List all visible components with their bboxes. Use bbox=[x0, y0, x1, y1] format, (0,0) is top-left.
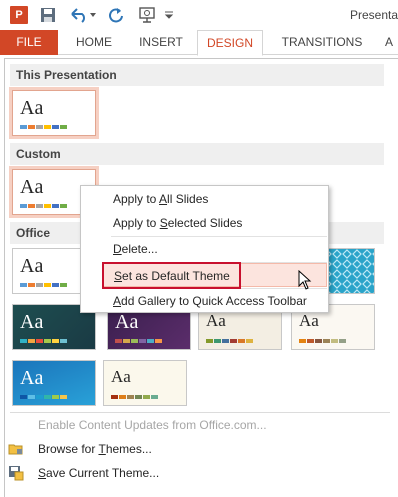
menu-item-delete[interactable]: Delete... bbox=[82, 237, 328, 261]
undo-icon[interactable] bbox=[66, 4, 100, 26]
theme-color-bars bbox=[299, 339, 346, 343]
theme-sample-text: Aa bbox=[206, 311, 226, 330]
theme-sample-text: Aa bbox=[20, 311, 44, 333]
powerpoint-logo-icon[interactable]: P bbox=[8, 4, 30, 26]
section-header-this-presentation: This Presentation bbox=[10, 64, 384, 86]
theme-sample-text: Aa bbox=[20, 97, 44, 119]
section-header-custom: Custom bbox=[10, 143, 384, 165]
save-icon[interactable] bbox=[38, 4, 58, 26]
theme-sample-text: Aa bbox=[20, 255, 44, 277]
tab-file[interactable]: FILE bbox=[0, 30, 58, 55]
enable-content-updates-item: Enable Content Updates from Office.com..… bbox=[0, 413, 394, 437]
folder-icon bbox=[8, 441, 24, 457]
theme-color-bars bbox=[111, 395, 158, 399]
theme-color-bars bbox=[20, 339, 67, 343]
browse-for-themes-label: Browse for Themes... bbox=[38, 442, 152, 456]
menu-item-add-gallery-qat[interactable]: Add Gallery to Quick Access Toolbar bbox=[82, 289, 328, 313]
customize-toolbar-icon[interactable] bbox=[163, 4, 175, 26]
redo-icon[interactable] bbox=[106, 4, 126, 26]
theme-thumb-current[interactable]: Aa bbox=[12, 90, 96, 136]
theme-thumb-slice[interactable]: Aa bbox=[12, 360, 96, 406]
tab-animations-partial[interactable]: A bbox=[380, 30, 398, 55]
theme-color-bars bbox=[20, 204, 67, 208]
menu-item-set-default-theme[interactable]: Set as Default Theme bbox=[103, 263, 327, 287]
theme-color-bars bbox=[20, 395, 67, 399]
menu-item-apply-all-slides[interactable]: Apply to All Slides bbox=[82, 187, 328, 211]
present-from-beginning-icon[interactable] bbox=[134, 4, 160, 26]
tab-transitions[interactable]: TRANSITIONS bbox=[276, 30, 368, 55]
theme-color-bars bbox=[20, 125, 67, 129]
theme-sample-text: Aa bbox=[115, 311, 139, 333]
menu-item-apply-selected-slides[interactable]: Apply to Selected Slides bbox=[82, 211, 328, 235]
theme-context-menu: Apply to All Slides Apply to Selected Sl… bbox=[80, 185, 329, 313]
mouse-cursor-icon bbox=[298, 270, 312, 290]
theme-color-bars bbox=[206, 339, 253, 343]
window-title: Presenta bbox=[349, 8, 398, 22]
quick-access-toolbar: P Presenta bbox=[0, 0, 398, 30]
theme-color-bars bbox=[20, 283, 67, 287]
save-current-theme-label: Save Current Theme... bbox=[38, 466, 160, 480]
theme-sample-text: Aa bbox=[20, 176, 44, 198]
save-current-theme-item[interactable]: Save Current Theme... bbox=[0, 461, 394, 485]
tab-design[interactable]: DESIGN bbox=[197, 30, 263, 56]
ribbon-tab-bar: FILE HOME INSERT DESIGN TRANSITIONS A bbox=[0, 30, 398, 56]
theme-sample-text: Aa bbox=[20, 367, 44, 389]
enable-content-updates-label: Enable Content Updates from Office.com..… bbox=[38, 418, 267, 432]
theme-color-bars bbox=[115, 339, 162, 343]
save-theme-icon bbox=[8, 465, 24, 481]
theme-sample-text: Aa bbox=[299, 311, 319, 330]
tab-home[interactable]: HOME bbox=[66, 30, 122, 55]
theme-thumb-wisp[interactable]: Aa bbox=[103, 360, 187, 406]
tab-insert[interactable]: INSERT bbox=[130, 30, 192, 55]
browse-for-themes-item[interactable]: Browse for Themes... bbox=[0, 437, 394, 461]
theme-sample-text: Aa bbox=[111, 367, 131, 386]
